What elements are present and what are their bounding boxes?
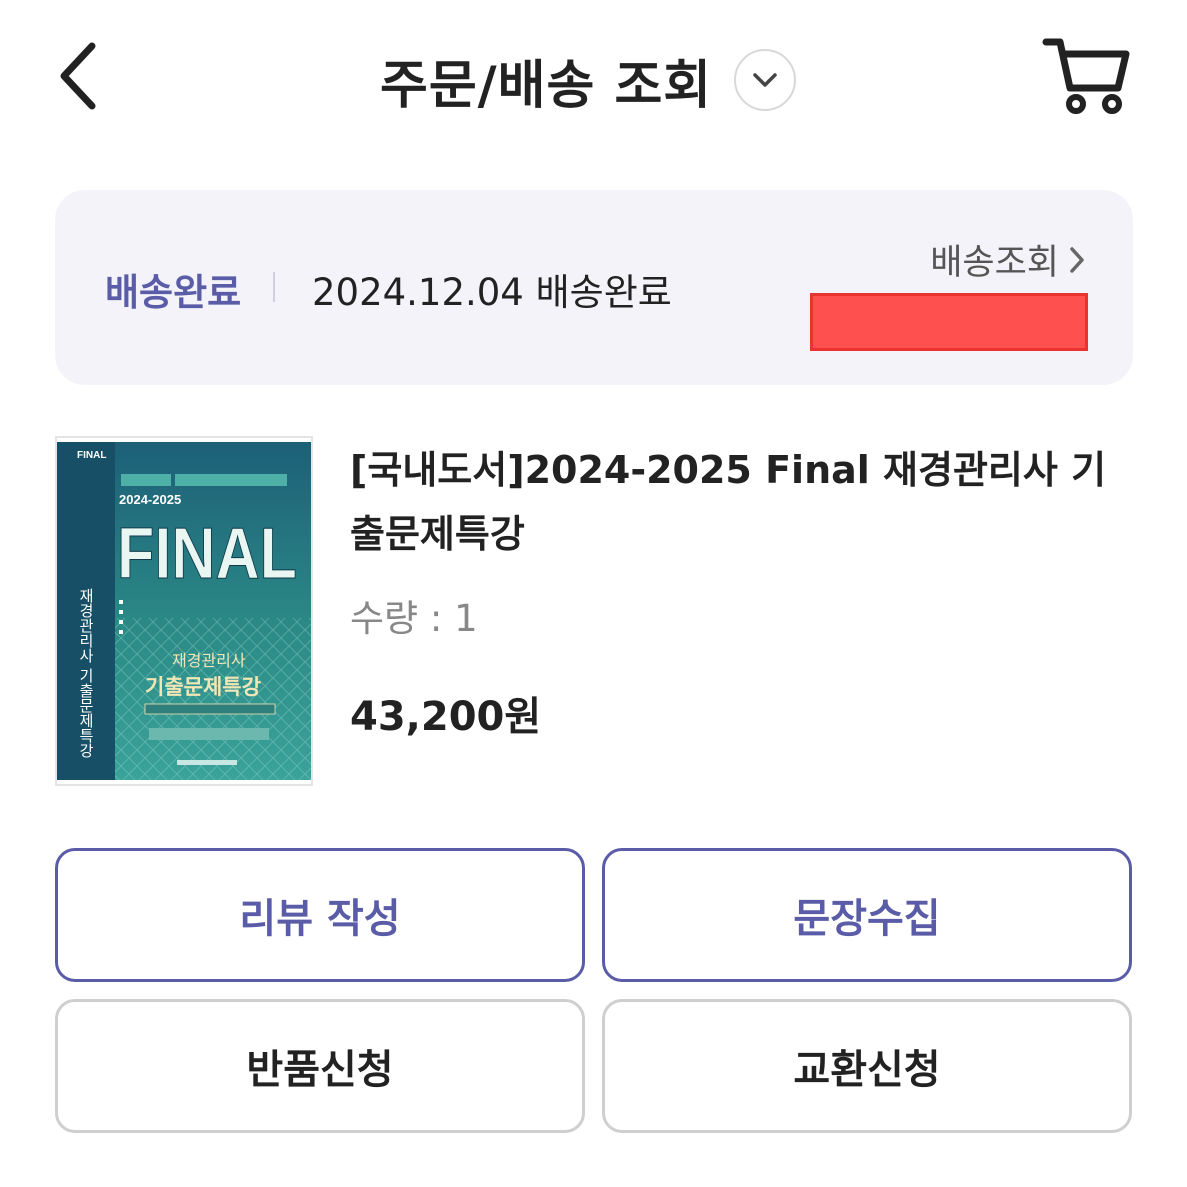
cover-series: 2024-2025 (119, 492, 181, 507)
cover-spine-title: 재경관리사 기출문제특강 (77, 588, 95, 758)
cover-main-title: 기출문제특강 (145, 675, 261, 699)
cover-subtitle: 재경관리사 (172, 651, 246, 670)
redacted-tracking-number (810, 293, 1088, 351)
track-delivery-link[interactable]: 배송조회 (930, 234, 1087, 285)
product-price: 43,200원 (350, 694, 542, 740)
delivery-status-badge: 배송완료 (105, 271, 242, 314)
request-exchange-button[interactable]: 교환신청 (602, 999, 1132, 1133)
back-button[interactable] (52, 38, 112, 114)
chevron-left-icon (60, 42, 96, 110)
product-title[interactable]: [국내도서]2024-2025 Final 재경관리사 기출문제특강 (350, 438, 1130, 566)
request-return-button[interactable]: 반품신청 (55, 999, 585, 1133)
top-bar: 주문/배송 조회 (0, 0, 1187, 150)
write-review-button[interactable]: 리뷰 작성 (55, 848, 585, 982)
cart-button[interactable] (1040, 34, 1134, 118)
track-delivery-label: 배송조회 (930, 243, 1059, 283)
delivery-status-card: 배송완료 2024.12.04 배송완료 배송조회 (55, 190, 1133, 385)
collect-sentences-button[interactable]: 문장수집 (602, 848, 1132, 982)
title-dropdown-button[interactable] (734, 49, 797, 111)
product-quantity: 수량 : 1 (350, 597, 478, 640)
cover-big-title: FINAL (117, 514, 297, 594)
status-divider (273, 272, 275, 302)
order-delivery-page: 주문/배송 조회 배송완료 2024.12.04 배송완료 배송조회 FINAL… (0, 0, 1187, 1187)
delivery-status-detail: 2024.12.04 배송완료 (312, 271, 672, 314)
chevron-right-icon (1070, 246, 1084, 273)
book-cover-illustration: FINAL 재경관리사 기출문제특강 2024-2025 FINAL 재경관리사… (57, 438, 311, 784)
cover-spine-label: FINAL (77, 450, 106, 461)
chevron-down-icon (753, 73, 777, 87)
page-title: 주문/배송 조회 (380, 55, 713, 116)
product-cover-image[interactable]: FINAL 재경관리사 기출문제특강 2024-2025 FINAL 재경관리사… (55, 436, 313, 786)
cart-icon (1042, 38, 1130, 114)
title-dropdown-toggle[interactable]: 주문/배송 조회 (380, 40, 797, 120)
